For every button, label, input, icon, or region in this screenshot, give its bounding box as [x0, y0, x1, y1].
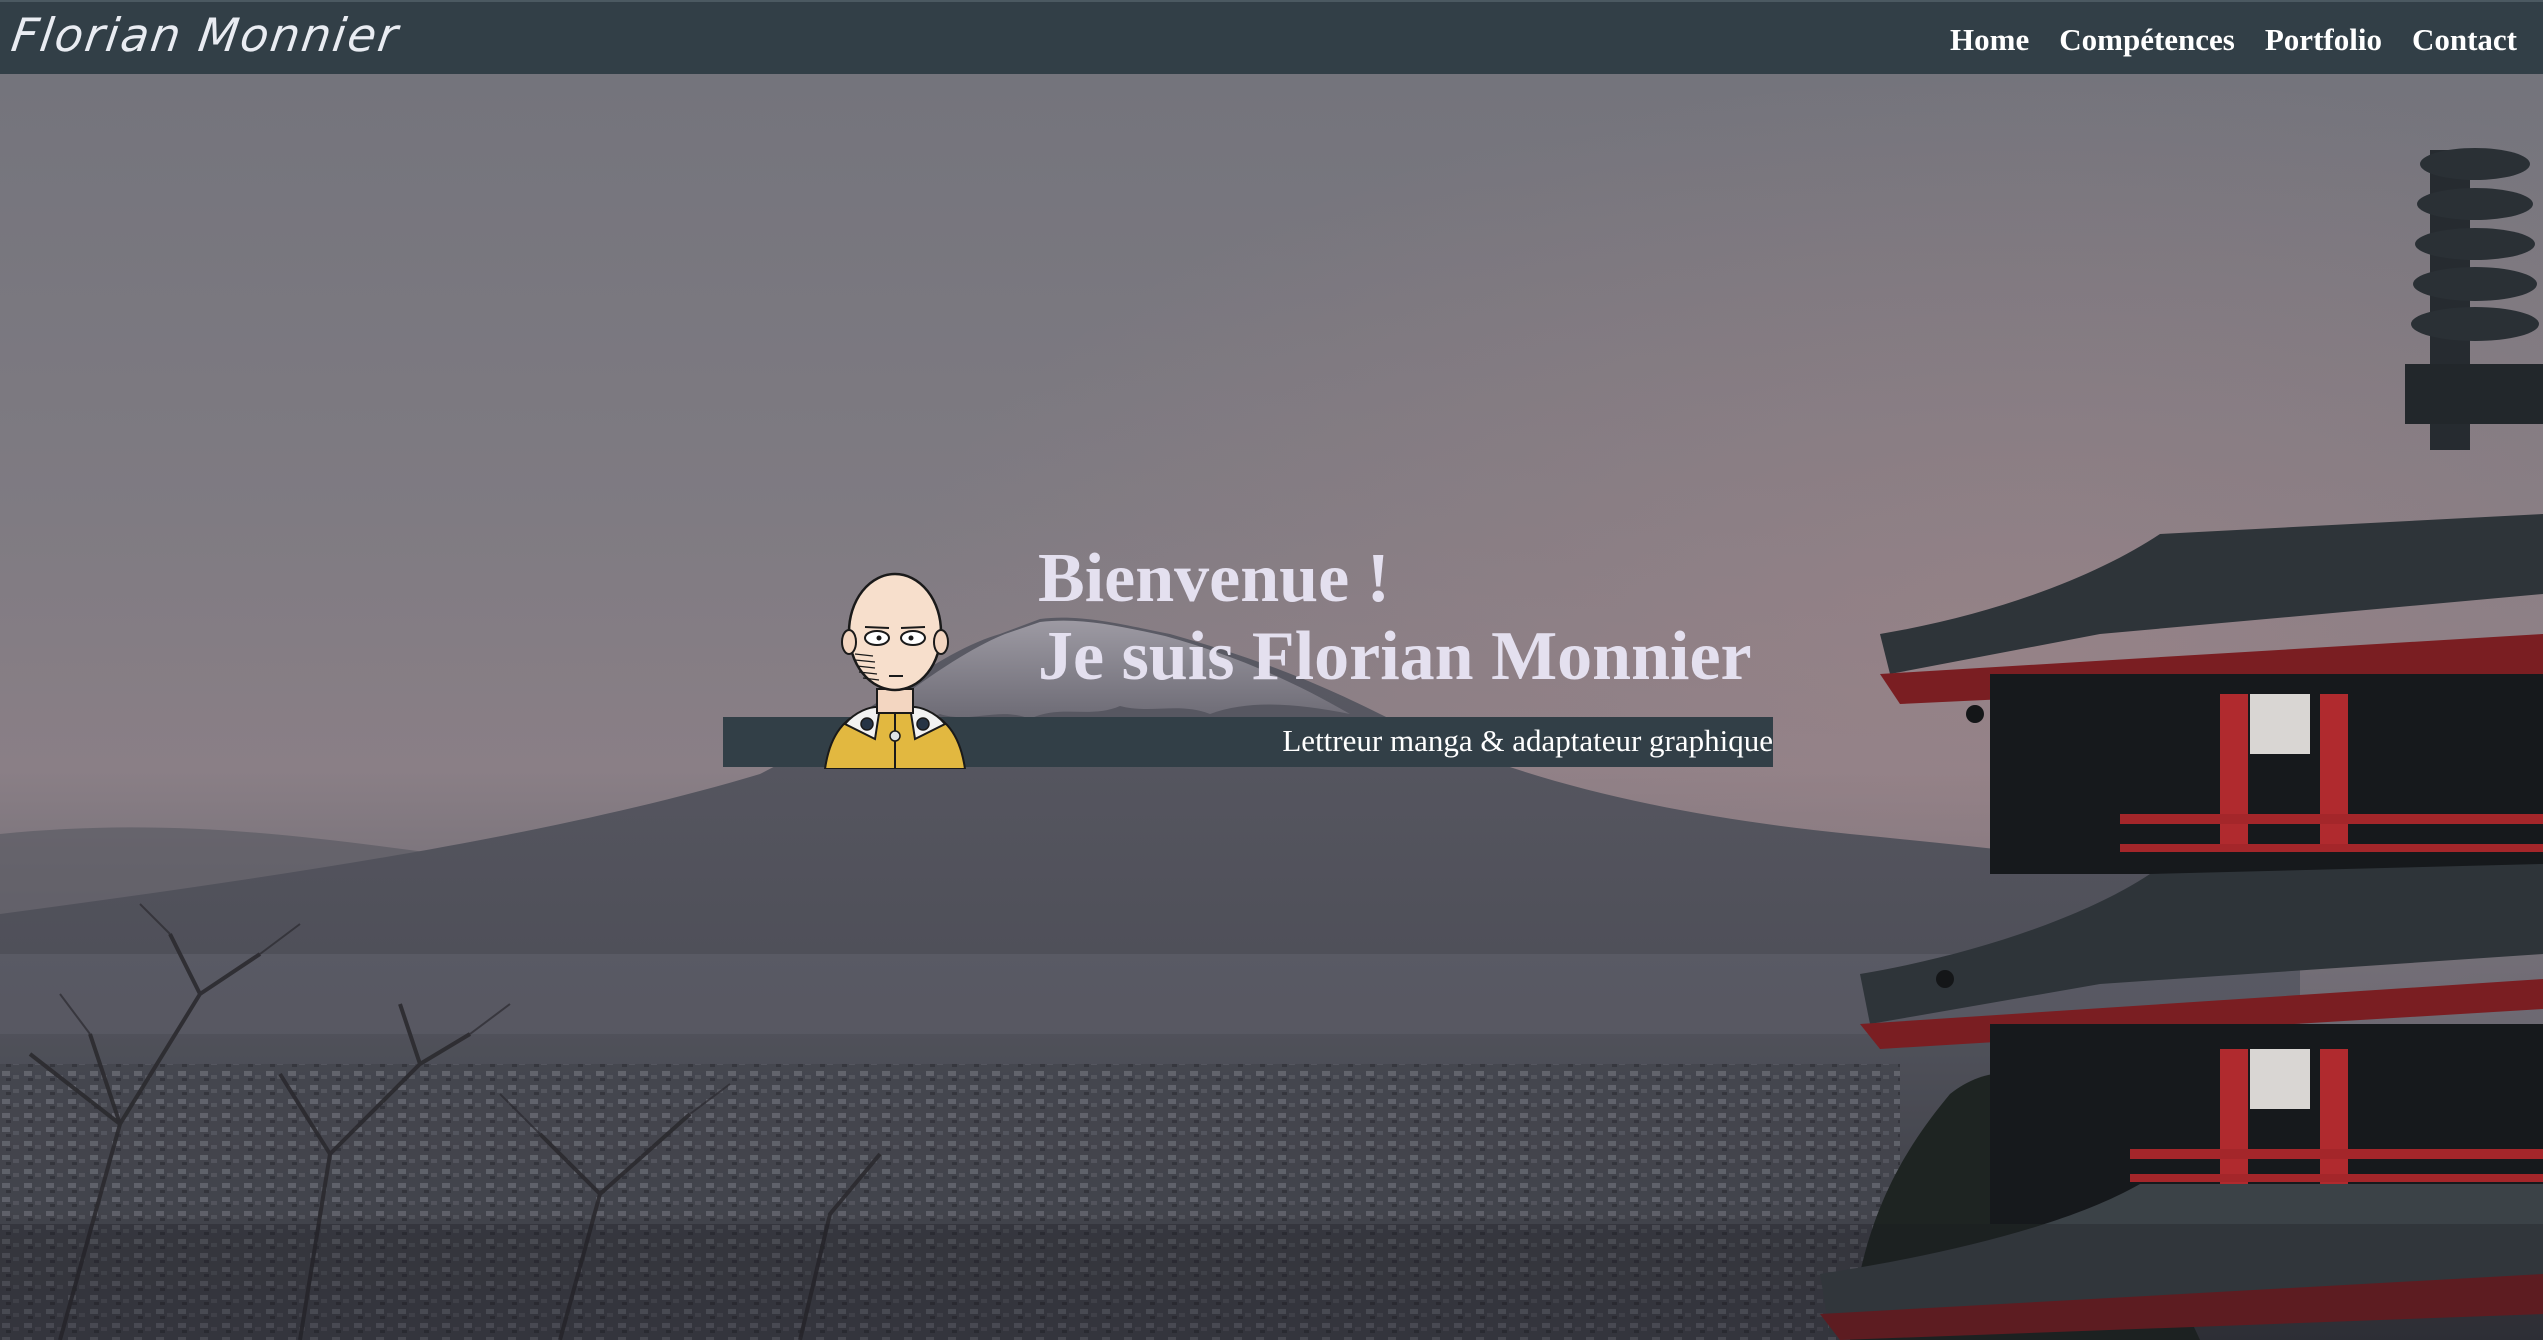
top-navbar: Florian Monnier Home Compétences Portfol…: [0, 0, 2543, 74]
main-nav: Home Compétences Portfolio Contact: [1950, 22, 2517, 58]
welcome-heading: Bienvenue ! Je suis Florian Monnier: [1038, 540, 1752, 697]
intro-text: Je suis Florian Monnier: [1038, 618, 1752, 696]
greeting-text: Bienvenue !: [1038, 540, 1390, 617]
nav-link-contact[interactable]: Contact: [2412, 22, 2517, 58]
hero-background-image: [0, 74, 2543, 1340]
bald-hero-avatar-icon: [823, 572, 967, 769]
nav-link-portfolio[interactable]: Portfolio: [2265, 22, 2382, 58]
nav-link-competences[interactable]: Compétences: [2059, 22, 2235, 58]
site-brand-logo[interactable]: Florian Monnier: [8, 8, 403, 62]
tagline-text: Lettreur manga & adaptateur graphique: [1282, 723, 1773, 758]
hero-section: Lettreur manga & adaptateur graphique Bi…: [0, 74, 2543, 1340]
nav-link-home[interactable]: Home: [1950, 22, 2029, 58]
